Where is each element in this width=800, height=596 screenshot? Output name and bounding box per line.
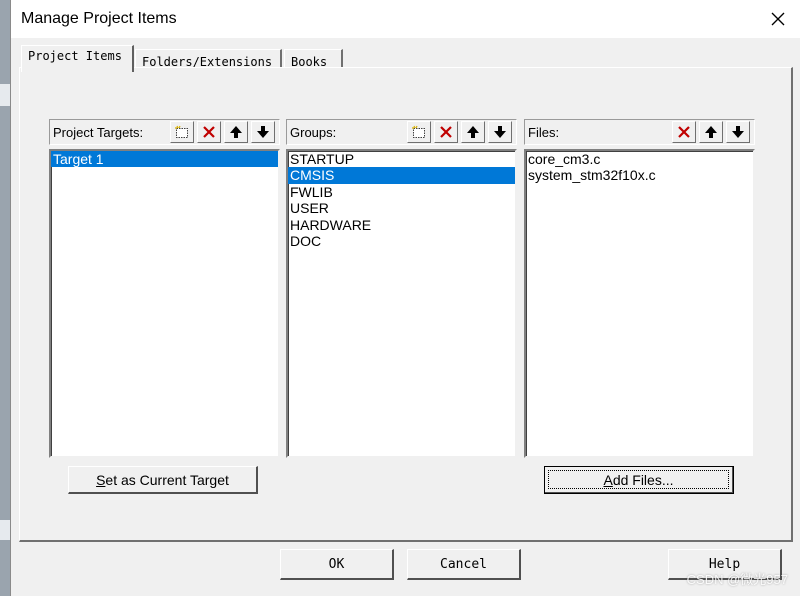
background-strip [0, 84, 10, 106]
project-targets-label: Project Targets: [53, 125, 144, 140]
groups-group: Groups: STARTUP CMSIS FWLIB USER HARDWAR… [286, 119, 517, 458]
move-group-down-button[interactable] [488, 121, 512, 143]
groups-label: Groups: [290, 125, 337, 140]
new-item-icon [175, 125, 188, 138]
set-current-mnemonic: S [96, 471, 106, 488]
project-targets-header: Project Targets: [49, 119, 280, 145]
list-item[interactable]: Target 1 [51, 151, 278, 168]
delete-target-button[interactable] [197, 121, 221, 143]
title-bar: Manage Project Items [11, 0, 800, 38]
list-item[interactable]: STARTUP [288, 151, 515, 167]
ok-label: OK [328, 556, 345, 572]
groups-list[interactable]: STARTUP CMSIS FWLIB USER HARDWARE DOC [286, 149, 517, 458]
delete-icon [678, 126, 690, 138]
watermark: CSDN @微光957 [686, 572, 788, 587]
focus-rectangle [548, 470, 729, 489]
project-targets-group: Project Targets: Target 1 [49, 119, 280, 458]
files-list[interactable]: core_cm3.c system_stm32f10x.c [524, 149, 755, 458]
list-item[interactable]: USER [288, 200, 515, 216]
add-files-button[interactable]: Add Files... [544, 466, 734, 494]
cancel-label: Cancel [440, 556, 487, 572]
move-down-icon [732, 126, 744, 138]
list-item[interactable]: DOC [288, 233, 515, 249]
tab-project-items[interactable]: Project Items [21, 45, 134, 72]
files-header: Files: [524, 119, 755, 145]
tab-label: Project Items [28, 49, 122, 63]
new-group-button[interactable] [407, 121, 431, 143]
project-items-panel: Project Targets: Target 1 Groups: STARTU… [19, 67, 793, 542]
files-label: Files: [528, 125, 560, 140]
delete-file-button[interactable] [672, 121, 696, 143]
move-file-up-button[interactable] [699, 121, 723, 143]
move-down-icon [494, 126, 506, 138]
groups-header: Groups: [286, 119, 517, 145]
manage-project-items-dialog: Manage Project Items Project Items Folde… [10, 0, 800, 596]
list-item[interactable]: HARDWARE [288, 217, 515, 233]
cancel-button[interactable]: Cancel [407, 549, 521, 580]
background-strip [0, 520, 10, 540]
list-item[interactable]: system_stm32f10x.c [526, 167, 753, 183]
move-target-up-button[interactable] [224, 121, 248, 143]
ok-button[interactable]: OK [280, 549, 394, 580]
new-target-button[interactable] [170, 121, 194, 143]
move-file-down-button[interactable] [726, 121, 750, 143]
list-item[interactable]: core_cm3.c [526, 151, 753, 167]
close-icon [771, 12, 785, 26]
list-item[interactable]: FWLIB [288, 184, 515, 200]
set-current-label: et as Current Target [105, 471, 229, 488]
dialog-title: Manage Project Items [21, 10, 177, 27]
move-group-up-button[interactable] [461, 121, 485, 143]
move-up-icon [705, 126, 717, 138]
files-group: Files: core_cm3.c system_stm32f10x.c [524, 119, 755, 458]
delete-group-button[interactable] [434, 121, 458, 143]
move-up-icon [467, 126, 479, 138]
move-target-down-button[interactable] [251, 121, 275, 143]
move-up-icon [230, 126, 242, 138]
list-item[interactable]: CMSIS [288, 167, 515, 184]
move-down-icon [257, 126, 269, 138]
set-as-current-target-button[interactable]: Set as Current Target [68, 466, 258, 494]
delete-icon [203, 126, 215, 138]
new-item-icon [412, 125, 425, 138]
delete-icon [440, 126, 452, 138]
close-button[interactable] [756, 0, 800, 38]
project-targets-list[interactable]: Target 1 [49, 149, 280, 458]
